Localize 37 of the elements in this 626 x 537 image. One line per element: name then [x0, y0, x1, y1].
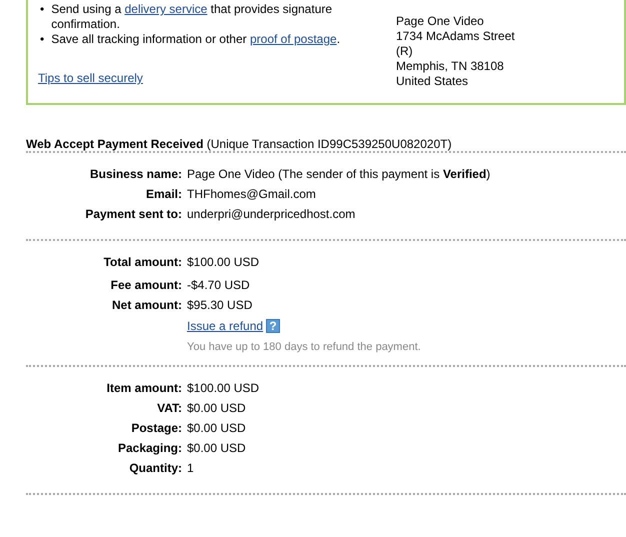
- address-line: (R): [396, 44, 413, 59]
- field-label: Packaging:: [118, 441, 182, 456]
- field-label: Total amount:: [104, 255, 182, 270]
- field-label: Item amount:: [106, 381, 182, 396]
- field-value: Page One Video (The sender of this payment is Verified): [187, 167, 490, 182]
- refund-note: You have up to 180 days to refund the payment.: [187, 341, 422, 353]
- bullet: •: [40, 2, 44, 17]
- field-value: $95.30 USD: [187, 298, 252, 313]
- field-label: Payment sent to:: [85, 207, 182, 222]
- tip-link[interactable]: delivery service: [124, 2, 208, 16]
- address-line: Page One Video: [396, 14, 484, 29]
- field-value: $0.00 USD: [187, 421, 246, 436]
- field-label: Postage:: [131, 421, 182, 436]
- field-label: Fee amount:: [110, 278, 182, 293]
- refund-link[interactable]: Issue a refund: [187, 319, 264, 333]
- address-line: Memphis, TN 38108: [396, 59, 504, 74]
- field-value: 1: [187, 461, 194, 476]
- field-label: VAT:: [157, 401, 182, 416]
- field-value: underpri@underpricedhost.com: [187, 207, 356, 222]
- address-line: United States: [396, 74, 468, 89]
- field-value: $100.00 USD: [187, 381, 260, 396]
- address-line: 1734 McAdams Street: [396, 29, 515, 44]
- tips-link[interactable]: Tips to sell securely: [38, 71, 143, 85]
- field-value: $100.00 USD: [187, 255, 260, 270]
- field-label: Quantity:: [129, 461, 182, 476]
- bullet: •: [40, 32, 44, 47]
- tip-text: Save all tracking information or other proof of postage.: [51, 32, 340, 47]
- field-value: THFhomes@Gmail.com: [187, 187, 316, 202]
- field-value: -$4.70 USD: [187, 278, 250, 293]
- payment-heading: Web Accept Payment Received (Unique Transaction ID99C539250U082020T): [26, 137, 453, 151]
- field-label: Email:: [146, 187, 182, 202]
- field-value: $0.00 USD: [187, 401, 246, 416]
- field-label: Business name:: [90, 167, 182, 182]
- tip-link[interactable]: proof of postage: [250, 32, 337, 46]
- tip-text: Send using a delivery service that provides signature confirmation.: [51, 2, 334, 32]
- field-label: Net amount:: [112, 298, 182, 313]
- field-value: $0.00 USD: [187, 441, 246, 456]
